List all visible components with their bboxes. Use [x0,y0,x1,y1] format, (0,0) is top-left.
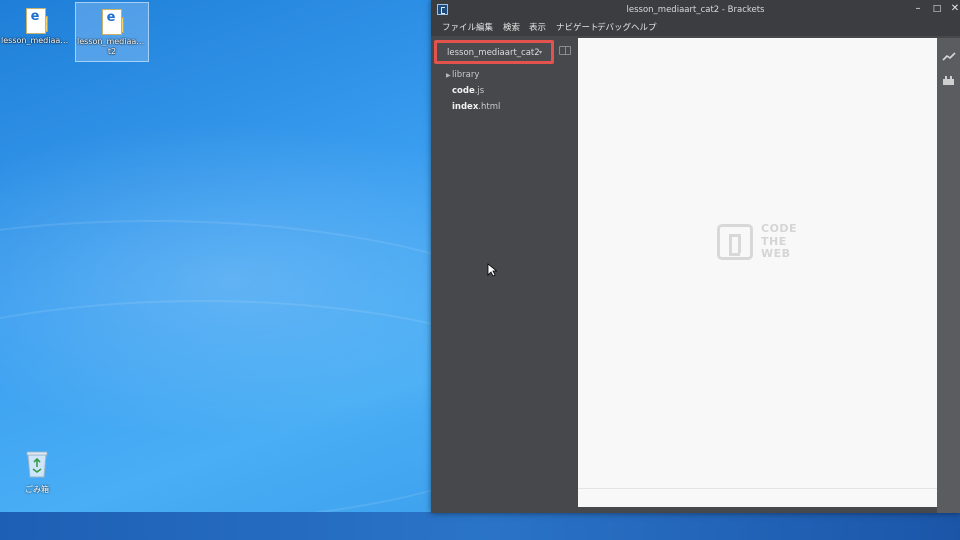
maximize-button[interactable]: □ [928,1,946,17]
file-icon: e [26,8,48,34]
recycle-bin-label: ごみ箱 [25,485,49,494]
taskbar[interactable] [0,512,960,540]
file-name: index [452,102,479,112]
tree-file-index-html[interactable]: index.html [452,102,500,112]
window-title: lesson_mediaart_cat2 - Brackets [626,5,765,15]
file-extension: .html [478,102,501,112]
file-name: code [452,86,475,96]
menu-bar: ファイル 編集 検索 表示 ナビゲート デバッグ ヘルプ [431,18,960,36]
menu-help[interactable]: ヘルプ [631,21,657,33]
project-name: lesson_mediaart_cat2 [447,48,540,58]
close-button[interactable]: ✕ [946,1,960,17]
tree-file-code-js[interactable]: code.js [452,86,484,96]
desktop-icon-label: lesson_mediaart_... [1,36,72,45]
file-extension: .js [474,86,485,96]
menu-view[interactable]: 表示 [529,21,546,33]
live-preview-icon[interactable] [942,52,956,62]
watermark-text: CODE THE WEB [761,222,798,260]
chevron-right-icon[interactable]: ▶ [446,72,451,79]
brackets-logo-icon [717,224,753,260]
code-the-web-logo: CODE THE WEB [717,222,807,264]
chevron-down-icon: ▾ [539,49,543,56]
split-view-icon[interactable] [559,46,571,55]
desktop-icon-lesson-2[interactable]: e lesson_mediaart_ca t2 [75,2,149,62]
desktop-icon-lesson-1[interactable]: e lesson_mediaart_... [0,2,72,46]
project-dropdown[interactable]: lesson_mediaart_cat2 ▾ [434,40,554,64]
desktop-icon-label-line2: t2 [107,47,117,56]
menu-debug[interactable]: デバッグ [597,21,631,33]
desktop-icon-label: lesson_mediaart_ca [77,37,148,46]
sidebar: lesson_mediaart_cat2 ▾ ▶ library code.js… [431,38,578,513]
menu-file[interactable]: ファイル [442,21,476,33]
brackets-window: lesson_mediaart_cat2 - Brackets – □ ✕ ファ… [431,0,960,513]
editor-divider [578,488,937,489]
recycle-bin[interactable]: ごみ箱 [17,450,57,495]
file-icon: e [102,9,124,35]
menu-edit[interactable]: 編集 [476,21,493,33]
editor-area[interactable]: CODE THE WEB [578,38,937,507]
right-toolbar [937,38,960,513]
minimize-button[interactable]: – [909,1,927,17]
tree-folder-library[interactable]: library [452,70,479,80]
extension-manager-icon[interactable] [942,76,955,85]
menu-find[interactable]: 検索 [503,21,520,33]
menu-navigate[interactable]: ナビゲート [556,21,599,33]
mouse-cursor-icon [487,263,497,277]
title-bar[interactable]: lesson_mediaart_cat2 - Brackets – □ ✕ [431,0,960,20]
recycle-bin-icon [26,451,48,478]
